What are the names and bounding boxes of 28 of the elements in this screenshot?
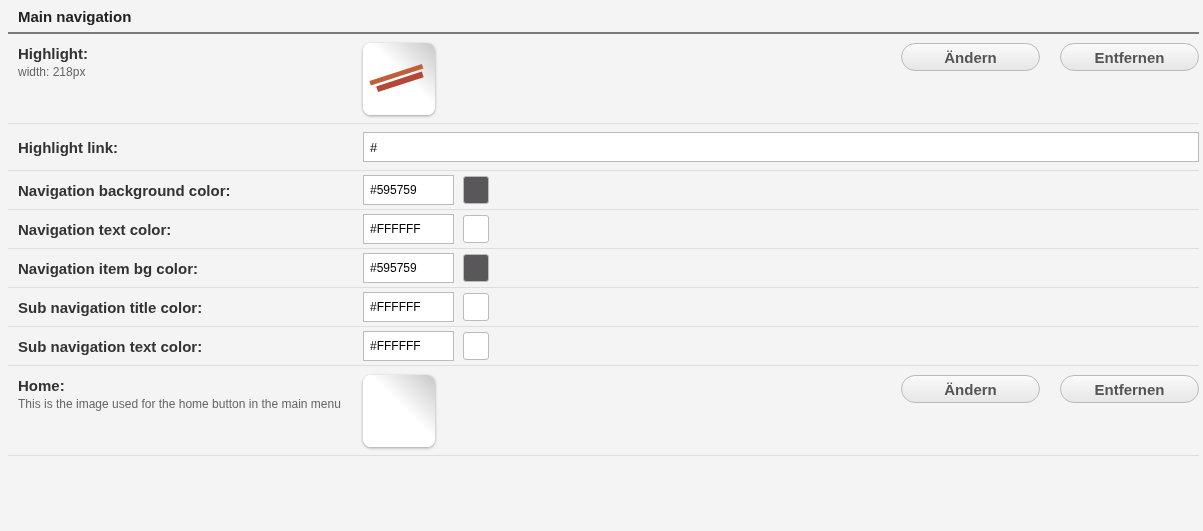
image-thumbnail bbox=[363, 43, 435, 115]
field-label: Navigation item bg color: bbox=[18, 259, 199, 277]
field-hint: This is the image used for the home button in the main menu bbox=[18, 398, 342, 412]
field-label: Navigation background color: bbox=[18, 181, 232, 199]
color-swatch[interactable] bbox=[463, 254, 489, 282]
color-input[interactable]: #FFFFFF bbox=[363, 214, 454, 244]
remove-button[interactable]: Entfernen bbox=[1060, 43, 1199, 71]
color-swatch[interactable] bbox=[463, 332, 489, 360]
color-swatch[interactable] bbox=[463, 215, 489, 243]
change-button[interactable]: Ändern bbox=[901, 375, 1040, 403]
color-input[interactable]: #FFFFFF bbox=[363, 331, 454, 361]
field-label: Home: bbox=[18, 377, 66, 394]
link-input[interactable]: # bbox=[363, 132, 1199, 162]
color-swatch[interactable] bbox=[463, 293, 489, 321]
field-label: Sub navigation title color: bbox=[18, 298, 204, 316]
color-swatch[interactable] bbox=[463, 176, 489, 204]
field-label: Highlight link: bbox=[18, 138, 119, 156]
remove-button[interactable]: Entfernen bbox=[1060, 375, 1199, 403]
change-button[interactable]: Ändern bbox=[901, 43, 1040, 71]
field-label: Sub navigation text color: bbox=[18, 337, 204, 355]
color-input[interactable]: #595759 bbox=[363, 253, 454, 283]
color-input[interactable]: #595759 bbox=[363, 175, 454, 205]
field-hint: width: 218px bbox=[18, 66, 87, 80]
field-label: Highlight: bbox=[18, 45, 89, 62]
image-thumbnail bbox=[363, 375, 435, 447]
section-title: Main navigation bbox=[18, 8, 132, 25]
field-label: Navigation text color: bbox=[18, 220, 173, 238]
color-input[interactable]: #FFFFFF bbox=[363, 292, 454, 322]
